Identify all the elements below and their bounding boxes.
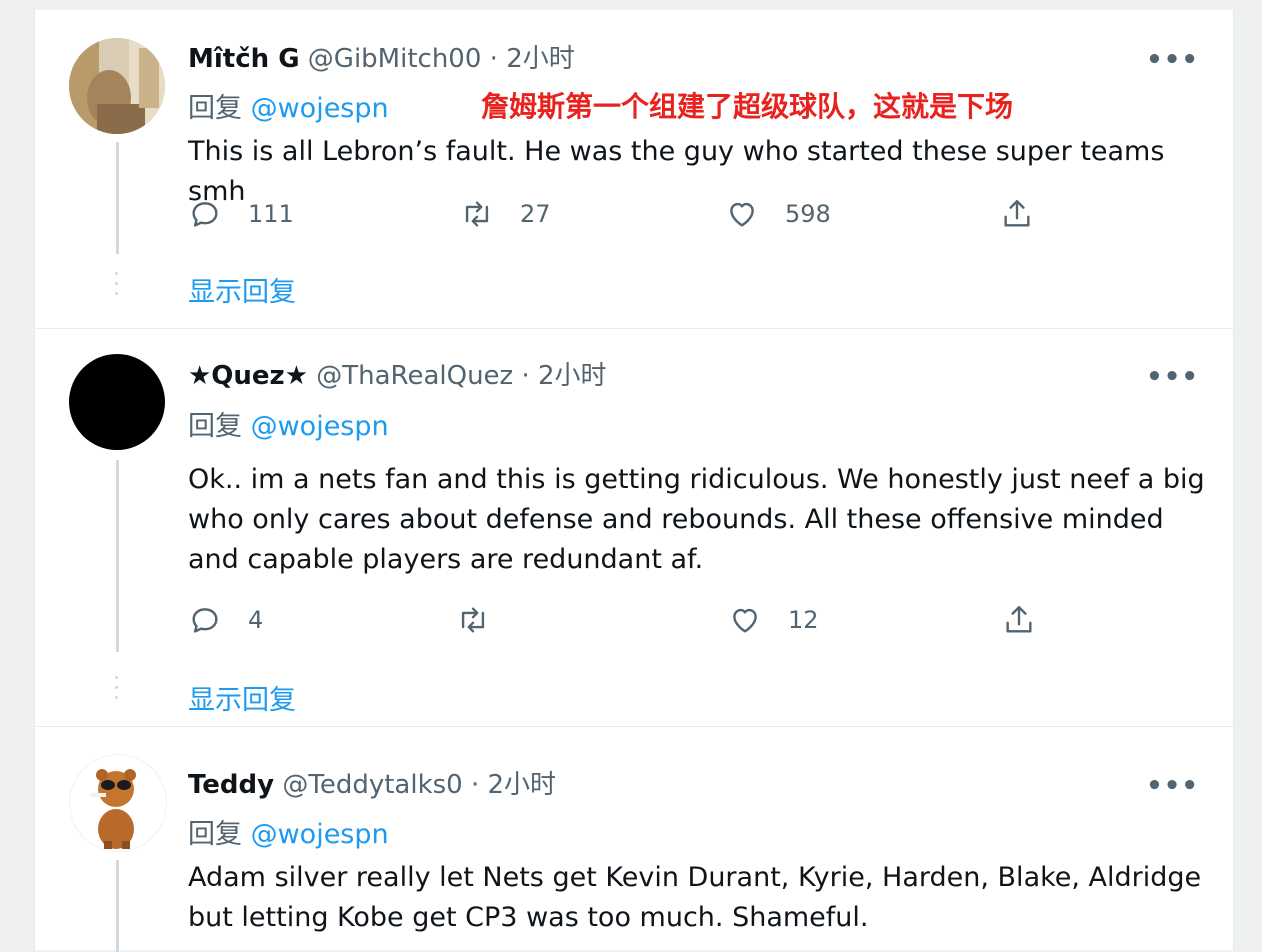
mention-link[interactable]: @wojespn <box>251 819 389 850</box>
display-name[interactable]: ★Quez★ <box>188 361 308 391</box>
reply-count: 4 <box>248 606 264 634</box>
user-handle[interactable]: @Teddytalks0 <box>282 770 462 800</box>
share-icon <box>1004 200 1030 227</box>
separator: · <box>489 44 498 74</box>
thread-line <box>116 460 119 652</box>
like-count: 12 <box>788 606 819 634</box>
avatar[interactable] <box>69 354 165 450</box>
reply-context: 回复 @wojespn <box>188 92 389 126</box>
retweet-button[interactable] <box>456 602 516 638</box>
reply-button[interactable]: 111 <box>188 196 294 232</box>
more-icon[interactable]: ••• <box>1146 45 1199 75</box>
reply-feed: Mîtčh G @GibMitch00 · 2小时 ••• 回复 @wojesp… <box>34 10 1234 952</box>
retweet-icon <box>465 201 489 227</box>
reply-context: 回复 @wojespn <box>188 410 389 444</box>
tweet-text: Ok.. im a nets fan and this is getting r… <box>188 464 1205 575</box>
user-handle[interactable]: @GibMitch00 <box>308 44 482 74</box>
timestamp[interactable]: 2小时 <box>538 361 607 391</box>
reply-count: 111 <box>248 200 294 228</box>
show-replies-link[interactable]: 显示回复 <box>188 276 296 310</box>
display-name[interactable]: Mîtčh G <box>188 44 300 74</box>
heart-icon <box>730 202 754 227</box>
reply-icon <box>192 202 218 227</box>
mention-link[interactable]: @wojespn <box>251 411 389 442</box>
thread-dots <box>115 676 119 706</box>
tweet-header: Teddy @Teddytalks0 · 2小时 <box>188 769 556 801</box>
reply-prefix: 回复 <box>188 93 242 124</box>
like-count: 598 <box>785 200 831 228</box>
tweet[interactable]: Teddy @Teddytalks0 · 2小时 ••• 回复 @wojespn… <box>35 726 1233 952</box>
tweet[interactable]: Mîtčh G @GibMitch00 · 2小时 ••• 回复 @wojesp… <box>35 10 1233 329</box>
tweet-header: ★Quez★ @ThaRealQuez · 2小时 <box>188 360 607 392</box>
red-annotation: 詹姆斯第一个组建了超级球队，这就是下场 <box>481 90 1014 123</box>
timestamp[interactable]: 2小时 <box>506 44 575 74</box>
thread-line <box>116 860 119 952</box>
reply-prefix: 回复 <box>188 411 242 442</box>
retweet-count: 27 <box>520 200 551 228</box>
retweet-icon <box>461 607 485 633</box>
separator: · <box>470 770 480 800</box>
tweet-header: Mîtčh G @GibMitch00 · 2小时 <box>188 43 575 75</box>
share-icon <box>1006 606 1032 633</box>
tweet[interactable]: ★Quez★ @ThaRealQuez · 2小时 ••• 回复 @wojesp… <box>35 328 1233 727</box>
avatar[interactable] <box>69 38 165 134</box>
avatar[interactable] <box>69 754 167 852</box>
reply-button[interactable]: 4 <box>188 602 263 638</box>
heart-icon <box>733 608 757 633</box>
mention-link[interactable]: @wojespn <box>251 93 389 124</box>
show-replies-link[interactable]: 显示回复 <box>188 684 296 718</box>
like-button[interactable]: 12 <box>728 602 819 638</box>
thread-line <box>116 142 119 254</box>
retweet-button[interactable]: 27 <box>460 196 551 232</box>
tweet-actions: 111 27 598 <box>188 196 1088 232</box>
reply-context: 回复 @wojespn <box>188 818 389 852</box>
more-icon[interactable]: ••• <box>1146 362 1199 392</box>
share-button[interactable] <box>1002 602 1062 638</box>
thread-dots <box>115 272 119 302</box>
user-handle[interactable]: @ThaRealQuez <box>316 361 513 391</box>
timestamp[interactable]: 2小时 <box>488 770 557 800</box>
reply-icon <box>192 608 218 633</box>
display-name[interactable]: Teddy <box>188 770 274 800</box>
separator: · <box>521 361 530 391</box>
like-button[interactable]: 598 <box>725 196 831 232</box>
more-icon[interactable]: ••• <box>1146 771 1199 801</box>
reply-prefix: 回复 <box>188 819 242 850</box>
share-button[interactable] <box>1000 196 1060 232</box>
tweet-text: Adam silver really let Nets get Kevin Du… <box>188 862 1202 933</box>
tweet-actions: 4 12 <box>188 602 1088 638</box>
